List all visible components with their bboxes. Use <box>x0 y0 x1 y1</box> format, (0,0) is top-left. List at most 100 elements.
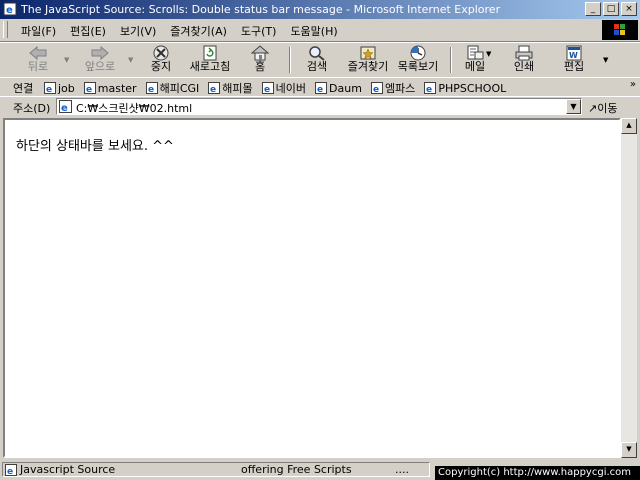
svg-text:e: e <box>426 85 432 94</box>
search-button[interactable]: 검색 <box>300 45 334 75</box>
link-phpschool[interactable]: e PHPSCHOOL <box>424 80 506 96</box>
search-icon <box>309 46 325 61</box>
svg-text:e: e <box>6 5 13 16</box>
forward-icon <box>91 45 109 61</box>
forward-button[interactable]: 앞으로 <box>78 45 122 75</box>
page-content: 하단의 상태바를 보세요. ^^ <box>3 118 621 458</box>
search-label: 검색 <box>306 60 328 73</box>
svg-text:e: e <box>210 85 216 94</box>
history-button[interactable]: 목록보기 <box>394 45 442 75</box>
address-bar: 주소(D) e C:₩스크린샷₩02.html ▼ ↗이동 <box>0 96 640 118</box>
menu-bar: 파일(F) 편집(E) 보기(V) 즐겨찾기(A) 도구(T) 도움말(H) <box>0 19 640 42</box>
ie-page-icon: e <box>5 464 17 476</box>
back-dropdown-icon[interactable]: ▼ <box>64 56 69 64</box>
link-master[interactable]: e master <box>83 80 137 96</box>
back-label: 뒤로 <box>27 60 49 73</box>
ie-page-icon: e <box>145 82 158 94</box>
status-middle-text: offering Free Scripts <box>241 463 352 476</box>
minimize-button[interactable]: _ <box>585 2 601 16</box>
links-bar: 연결 e job e master e 해피CGI e 해피몰 e 네이버 e … <box>0 77 640 97</box>
refresh-icon <box>203 45 217 61</box>
svg-text:e: e <box>148 85 154 94</box>
stop-icon <box>153 45 169 61</box>
link-label: 엠파스 <box>384 82 416 95</box>
menu-file[interactable]: 파일(F) <box>14 23 63 39</box>
history-label: 목록보기 <box>397 60 439 73</box>
vertical-scrollbar[interactable]: ▲ ▼ <box>621 118 637 458</box>
windows-logo-icon <box>602 20 638 40</box>
links-more-button[interactable]: » <box>630 79 636 90</box>
forward-dropdown-icon[interactable]: ▼ <box>128 56 133 64</box>
ie-page-icon: e <box>208 82 221 94</box>
back-button[interactable]: 뒤로 <box>18 45 58 75</box>
menu-help[interactable]: 도움말(H) <box>283 23 344 39</box>
edit-icon: W <box>566 45 582 61</box>
ie-page-icon: e <box>3 2 17 16</box>
svg-text:e: e <box>264 85 270 94</box>
svg-text:e: e <box>7 467 13 476</box>
ie-page-icon: e <box>370 82 383 94</box>
menu-edit[interactable]: 편집(E) <box>63 23 113 39</box>
address-label: 주소(D) <box>13 102 51 115</box>
favorites-button[interactable]: 즐겨찾기 <box>344 45 392 75</box>
home-button[interactable]: 홈 <box>246 45 274 75</box>
edit-button[interactable]: W 편집 <box>558 45 590 75</box>
print-button[interactable]: 인쇄 <box>508 45 540 75</box>
copyright-banner: Copyright(c) http://www.happycgi.com <box>435 466 640 480</box>
stop-label: 중지 <box>150 60 172 73</box>
toolbar-separator <box>450 47 452 73</box>
scroll-up-button[interactable]: ▲ <box>621 118 637 134</box>
ie-page-icon: e <box>83 82 96 94</box>
link-job[interactable]: e job <box>44 80 75 96</box>
refresh-button[interactable]: 새로고침 <box>186 45 234 75</box>
menu-tools[interactable]: 도구(T) <box>234 23 284 39</box>
home-label: 홈 <box>254 60 266 73</box>
svg-text:e: e <box>373 85 379 94</box>
ie-page-icon: e <box>44 82 56 94</box>
link-happycgi[interactable]: e 해피CGI <box>145 80 199 96</box>
link-label: PHPSCHOOL <box>438 81 507 95</box>
link-label: 네이버 <box>275 82 307 95</box>
toolbar-separator <box>289 47 291 73</box>
svg-text:e: e <box>46 85 52 94</box>
menu-grip <box>3 21 8 38</box>
favorites-label: 즐겨찾기 <box>347 60 389 73</box>
links-label: 연결 <box>13 82 34 95</box>
link-label: 해피몰 <box>222 82 253 95</box>
edit-label: 편집 <box>563 60 585 73</box>
close-button[interactable]: × <box>621 2 637 16</box>
mail-icon <box>467 45 484 60</box>
print-icon <box>515 45 533 61</box>
mail-dropdown-icon[interactable]: ▼ <box>486 50 491 58</box>
go-arrow-icon: ↗ <box>588 102 598 115</box>
ie-page-icon: e <box>261 82 274 94</box>
print-label: 인쇄 <box>513 60 535 73</box>
menu-favorites[interactable]: 즐겨찾기(A) <box>163 23 234 39</box>
menu-view[interactable]: 보기(V) <box>113 23 163 39</box>
ie-page-icon: e <box>424 82 437 94</box>
stop-button[interactable]: 중지 <box>144 45 178 75</box>
scroll-down-button[interactable]: ▼ <box>621 442 637 458</box>
status-left-text: Javascript Source <box>20 463 116 476</box>
browser-window: e The JavaScript Source: Scrolls: Double… <box>0 0 640 480</box>
ie-page-icon: e <box>315 82 328 94</box>
svg-text:e: e <box>86 85 92 94</box>
link-daum[interactable]: e Daum <box>315 80 362 96</box>
favorites-icon <box>360 46 376 60</box>
go-button[interactable]: ↗이동 <box>588 100 617 116</box>
link-empas[interactable]: e 엠파스 <box>370 80 416 96</box>
mail-label: 메일 <box>464 60 486 73</box>
link-naver[interactable]: e 네이버 <box>261 80 307 96</box>
standard-toolbar: 뒤로 ▼ 앞으로 ▼ 중지 새로고침 홈 검색 즐겨찾기 목록보기 메일 ▼ 인… <box>0 42 640 78</box>
link-happymall[interactable]: e 해피몰 <box>208 80 253 96</box>
maximize-button[interactable]: □ <box>603 2 619 16</box>
window-title: The JavaScript Source: Scrolls: Double s… <box>21 3 501 16</box>
svg-text:e: e <box>61 103 68 113</box>
edit-dropdown-icon[interactable]: ▼ <box>603 56 608 64</box>
address-input[interactable]: e C:₩스크린샷₩02.html ▼ <box>56 98 582 115</box>
address-dropdown-button[interactable]: ▼ <box>566 99 581 114</box>
forward-label: 앞으로 <box>84 60 116 73</box>
ie-page-icon: e <box>59 100 72 113</box>
content-text: 하단의 상태바를 보세요. ^^ <box>16 139 174 154</box>
status-dots: .... <box>395 463 409 476</box>
